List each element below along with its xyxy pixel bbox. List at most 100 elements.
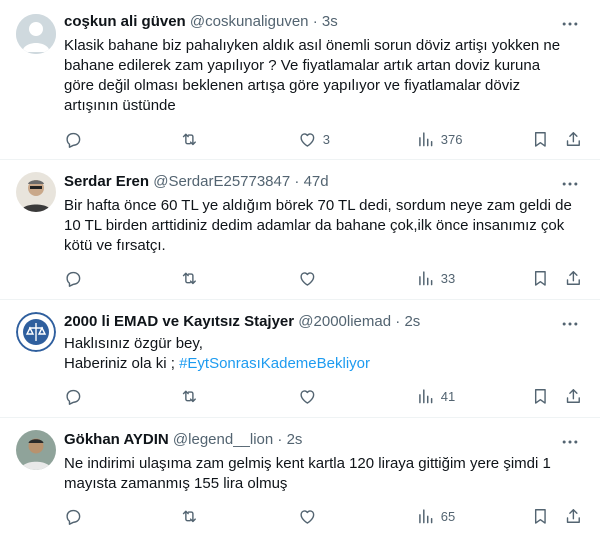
timestamp[interactable]: 2s — [287, 431, 303, 448]
avatar[interactable] — [16, 14, 56, 54]
user-handle[interactable]: @legend__lion — [173, 431, 273, 448]
tweet[interactable]: coşkun ali güven @coskunaliguven · 3s Kl… — [0, 0, 600, 160]
tweet-text: Haklısınız özgür bey, Haberiniz ola ki ;… — [64, 334, 584, 374]
more-dots-icon[interactable] — [560, 174, 580, 194]
bookmark-icon — [534, 131, 546, 147]
share-button[interactable] — [564, 268, 583, 288]
tweet-header: Gökhan AYDIN @legend__lion · 2s — [64, 430, 302, 450]
tweet-header: coşkun ali güven @coskunaliguven · 3s — [64, 12, 338, 32]
retweet-icon — [182, 510, 196, 522]
views-icon — [419, 509, 433, 523]
tweet-text-line: Klasik bahane biz pahalıyken aldık asıl … — [64, 37, 561, 54]
timestamp[interactable]: 2s — [404, 313, 420, 330]
view-count: 41 — [440, 388, 456, 404]
retweet-icon — [182, 133, 196, 145]
like-button[interactable] — [298, 386, 317, 406]
tweet[interactable]: Gökhan AYDIN @legend__lion · 2s Ne indir… — [0, 418, 600, 546]
like-icon — [300, 271, 315, 286]
tweet-text-line: mayısta zamanmış 155 lira olmuş — [64, 475, 288, 492]
share-button[interactable] — [564, 506, 583, 526]
tweet-text-fragment: Haberiniz ola ki ; — [64, 355, 175, 372]
action-bar: 33 — [64, 268, 584, 288]
view-count: 33 — [440, 270, 456, 286]
views-button[interactable]: 376 — [416, 129, 462, 149]
tweet-text-line: Haberiniz ola ki ; #EytSonrasıKademeBekl… — [64, 354, 584, 374]
user-handle[interactable]: @2000liemad — [298, 313, 391, 330]
avatar[interactable] — [16, 172, 56, 212]
like-count: 3 — [322, 131, 330, 147]
bookmark-button[interactable] — [531, 129, 550, 149]
tweet-text-line: Bir hafta önce 60 TL ye aldığım börek 70… — [64, 197, 572, 214]
reply-icon — [66, 271, 81, 287]
user-name[interactable]: 2000 li EMAD ve Kayıtsız Stajyer — [64, 313, 294, 330]
retweet-button[interactable] — [180, 386, 199, 406]
user-photo-icon — [16, 172, 56, 212]
share-icon — [566, 508, 580, 523]
user-name[interactable]: coşkun ali güven — [64, 13, 186, 30]
views-button[interactable]: 65 — [416, 506, 455, 526]
reply-icon — [66, 389, 81, 405]
views-button[interactable]: 33 — [416, 268, 455, 288]
hashtag-link[interactable]: #EytSonrasıKademeBekliyor — [179, 355, 370, 372]
separator: · — [277, 431, 283, 448]
user-handle[interactable]: @SerdarE25773847 — [153, 173, 290, 190]
bookmark-button[interactable] — [531, 386, 550, 406]
user-name[interactable]: Serdar Eren — [64, 173, 149, 190]
action-bar: 65 — [64, 506, 584, 526]
separator: · — [312, 13, 318, 30]
bookmark-icon — [534, 388, 546, 404]
tweet-text-line: kötü ve fırsatçı. — [64, 237, 166, 254]
like-icon — [300, 509, 315, 524]
tweet-header: Serdar Eren @SerdarE25773847 · 47d — [64, 172, 329, 192]
tweet-text: Bir hafta önce 60 TL ye aldığım börek 70… — [64, 196, 584, 256]
like-button[interactable] — [298, 268, 317, 288]
views-icon — [419, 389, 433, 403]
like-icon — [300, 132, 315, 147]
action-bar: 41 — [64, 386, 584, 406]
share-icon — [566, 270, 580, 285]
user-name[interactable]: Gökhan AYDIN — [64, 431, 169, 448]
reply-button[interactable] — [64, 386, 83, 406]
views-icon — [419, 132, 433, 146]
like-button[interactable] — [298, 506, 317, 526]
reply-button[interactable] — [64, 268, 83, 288]
bookmark-icon — [534, 508, 546, 524]
share-icon — [566, 388, 580, 403]
share-button[interactable] — [564, 129, 583, 149]
avatar[interactable] — [16, 312, 56, 352]
tweet-text-line: bahane edilerek zam yapılıyor ? Ve fiyat… — [64, 57, 541, 74]
tweet[interactable]: 2000 li EMAD ve Kayıtsız Stajyer @2000li… — [0, 300, 600, 418]
tweet-header: 2000 li EMAD ve Kayıtsız Stajyer @2000li… — [64, 312, 420, 332]
views-button[interactable]: 41 — [416, 386, 455, 406]
reply-icon — [66, 132, 81, 148]
separator: · — [395, 313, 401, 330]
tweet-text-line: 10 TL birden arttidiniz dedim adamlar da… — [64, 217, 565, 234]
timestamp[interactable]: 47d — [304, 173, 329, 190]
tweet-text: Ne indirimi ulaşıma zam gelmiş kent kart… — [64, 454, 584, 494]
user-handle[interactable]: @coskunaliguven — [190, 13, 309, 30]
timestamp[interactable]: 3s — [322, 13, 338, 30]
retweet-icon — [182, 390, 196, 402]
bookmark-button[interactable] — [531, 506, 550, 526]
retweet-button[interactable] — [180, 506, 199, 526]
retweet-button[interactable] — [180, 268, 199, 288]
reply-feed: coşkun ali güven @coskunaliguven · 3s Kl… — [0, 0, 609, 546]
bookmark-button[interactable] — [531, 268, 550, 288]
share-button[interactable] — [564, 386, 583, 406]
share-icon — [566, 131, 580, 146]
like-button[interactable]: 3 — [298, 129, 330, 149]
more-dots-icon[interactable] — [560, 432, 580, 452]
like-icon — [300, 389, 315, 404]
user-photo-icon — [16, 430, 56, 470]
tweet-text-line: Haklısınız özgür bey, — [64, 335, 203, 352]
more-dots-icon[interactable] — [560, 314, 580, 334]
more-dots-icon[interactable] — [560, 14, 580, 34]
tweet[interactable]: Serdar Eren @SerdarE25773847 · 47d Bir h… — [0, 160, 600, 300]
avatar[interactable] — [16, 430, 56, 470]
reply-button[interactable] — [64, 129, 83, 149]
retweet-button[interactable] — [180, 129, 199, 149]
separator: · — [294, 173, 300, 190]
reply-button[interactable] — [64, 506, 83, 526]
tweet-text-line: göre değil olması beklenen artışa göre y… — [64, 77, 521, 94]
retweet-icon — [182, 272, 196, 284]
